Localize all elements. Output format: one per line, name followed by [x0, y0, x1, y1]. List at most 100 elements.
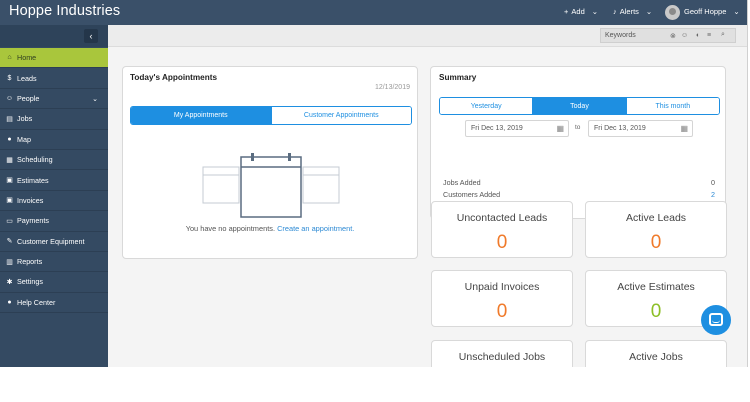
sidebar-item-leads[interactable]: $ Leads: [0, 68, 108, 89]
brand-title: Hoppe Industries: [9, 3, 121, 19]
sidebar-item-reports[interactable]: ▥ Reports: [0, 252, 108, 273]
sidebar-item-label: People: [17, 93, 40, 103]
tile-value: 0: [650, 232, 662, 253]
empty-calendar-illustration: [202, 153, 340, 218]
summary-card: Summary Yesterday Today This month Fri D…: [430, 66, 726, 219]
to-date-input[interactable]: Fri Dec 13, 2019 ▦: [588, 120, 693, 137]
summary-title: Summary: [439, 73, 477, 82]
to-label: to: [575, 124, 581, 131]
sidebar-item-invoices[interactable]: ▣ Invoices: [0, 191, 108, 212]
people-filter-icon[interactable]: ☺: [681, 32, 688, 39]
sidebar-item-help-center[interactable]: ● Help Center: [0, 293, 108, 314]
sidebar-item-scheduling[interactable]: ▦ Scheduling: [0, 150, 108, 171]
summary-range-tabs: Yesterday Today This month: [439, 97, 720, 115]
tile-label: Active Estimates: [617, 281, 695, 293]
tile-unscheduled-jobs[interactable]: Unscheduled Jobs: [431, 340, 573, 367]
sidebar-item-settings[interactable]: ✱ Settings: [0, 272, 108, 293]
empty-text: You have no appointments.: [185, 224, 275, 233]
search-bar: Keywords ⊗ ☺ ◐ ≡ ⌕: [108, 25, 747, 47]
collapse-sidebar-button[interactable]: ‹: [84, 29, 98, 43]
jobs-icon: ▤: [6, 115, 13, 123]
sidebar-item-label: Invoices: [17, 195, 44, 205]
sidebar-item-payments[interactable]: ▭ Payments: [0, 211, 108, 232]
chevron-down-icon: ⌄: [733, 7, 740, 16]
sidebar-item-label: Payments: [17, 216, 49, 226]
wrench-icon: ✎: [6, 238, 13, 246]
calendar-icon: ▦: [680, 124, 688, 133]
sidebar-nav: ⌂ Home $ Leads ☺ People ⌄ ▤ Jobs ● Map ▦ Scheduling ▣…: [0, 48, 108, 314]
empty-appointments-message: You have no appointments. Create an appo…: [123, 224, 417, 233]
sidebar-item-customer-equipment[interactable]: ✎ Customer Equipment: [0, 232, 108, 252]
create-appointment-link[interactable]: Create an appointment.: [277, 224, 354, 233]
appointments-date: 12/13/2019: [374, 84, 410, 91]
tile-label: Active Jobs: [629, 351, 683, 363]
stat-label: Jobs Added: [443, 178, 481, 187]
card-icon: ▭: [6, 217, 13, 225]
list-icon[interactable]: ≡: [707, 32, 711, 39]
tile-uncontacted-leads[interactable]: Uncontacted Leads 0: [431, 201, 573, 258]
calendar-icon: ▦: [6, 156, 13, 164]
tile-value: 0: [496, 232, 508, 253]
chevron-down-icon: ⌄: [645, 7, 653, 16]
app-window: Hoppe Industries + Add ⌄ ♪ Alerts ⌄ Geof…: [0, 0, 748, 367]
sidebar-item-label: Help Center: [17, 297, 56, 307]
tile-active-leads[interactable]: Active Leads 0: [585, 201, 727, 258]
chart-icon: ▥: [6, 258, 13, 266]
stat-row: Customers Added 2: [443, 190, 715, 199]
home-icon: ⌂: [7, 54, 12, 62]
sidebar-item-label: Scheduling: [17, 155, 53, 165]
user-menu-button[interactable]: Geoff Hoppe ⌄: [684, 7, 740, 16]
chat-launcher-button[interactable]: [701, 305, 731, 335]
sidebar-item-label: Leads: [17, 73, 37, 83]
appointments-tabs: My Appointments Customer Appointments: [130, 106, 412, 125]
search-input[interactable]: Keywords: [600, 28, 736, 43]
stat-row: Jobs Added 0: [443, 178, 715, 187]
tile-label: Uncontacted Leads: [456, 212, 548, 224]
tile-label: Unpaid Invoices: [464, 281, 540, 293]
sidebar-item-jobs[interactable]: ▤ Jobs: [0, 109, 108, 130]
sidebar-item-label: Home: [17, 53, 37, 63]
range-today-button[interactable]: Today: [533, 98, 627, 114]
sidebar-collapse-bar: ‹: [0, 25, 108, 47]
help-icon: ●: [7, 298, 12, 306]
stat-value[interactable]: 2: [711, 190, 715, 199]
dollar-icon: $: [7, 74, 12, 82]
tab-my-appointments[interactable]: My Appointments: [131, 107, 272, 124]
alerts-menu-button[interactable]: ♪ Alerts ⌄: [613, 7, 652, 16]
sidebar: ‹ ⌂ Home $ Leads ☺ People ⌄ ▤ Jobs ● Map ▦ Schedulin…: [0, 25, 108, 367]
map-pin-icon: ●: [7, 135, 12, 143]
sidebar-item-estimates[interactable]: ▣ Estimates: [0, 170, 108, 191]
toggle-icon[interactable]: ◐: [696, 32, 700, 39]
tile-unpaid-invoices[interactable]: Unpaid Invoices 0: [431, 270, 573, 327]
sidebar-item-label: Jobs: [17, 114, 33, 124]
estimates-icon: ▣: [6, 177, 13, 185]
stat-value: 0: [711, 178, 715, 187]
sidebar-item-home[interactable]: ⌂ Home: [0, 48, 108, 69]
plus-icon: +: [564, 7, 569, 16]
range-yesterday-button[interactable]: Yesterday: [440, 98, 534, 114]
add-menu-button[interactable]: + Add ⌄: [564, 7, 598, 16]
people-icon: ☺: [5, 94, 14, 102]
sidebar-item-label: Map: [17, 134, 31, 144]
main-content: Keywords ⊗ ☺ ◐ ≡ ⌕ Today's Appointments …: [108, 25, 747, 367]
tile-label: Unscheduled Jobs: [458, 351, 546, 363]
sidebar-item-people[interactable]: ☺ People ⌄: [0, 89, 108, 110]
appointments-title: Today's Appointments: [130, 73, 218, 82]
gear-icon: ✱: [6, 278, 13, 286]
to-date-value: Fri Dec 13, 2019: [594, 125, 646, 132]
add-label: Add: [571, 7, 585, 16]
from-date-input[interactable]: Fri Dec 13, 2019 ▦: [465, 120, 569, 137]
sidebar-item-map[interactable]: ● Map: [0, 130, 108, 150]
search-icon[interactable]: ⌕: [721, 31, 725, 39]
appointments-card: Today's Appointments 12/13/2019 My Appoi…: [122, 66, 418, 259]
clear-icon[interactable]: ⊗: [670, 32, 676, 40]
sidebar-item-label: Customer Equipment: [17, 236, 85, 246]
avatar[interactable]: [665, 5, 680, 20]
tab-customer-appointments[interactable]: Customer Appointments: [271, 107, 411, 124]
range-month-button[interactable]: This month: [626, 98, 719, 114]
tile-label: Active Leads: [625, 212, 687, 224]
tile-active-jobs[interactable]: Active Jobs: [585, 340, 727, 367]
alerts-label: Alerts: [619, 7, 639, 16]
chevron-down-icon: ⌄: [591, 7, 599, 16]
sidebar-item-label: Reports: [17, 257, 43, 267]
